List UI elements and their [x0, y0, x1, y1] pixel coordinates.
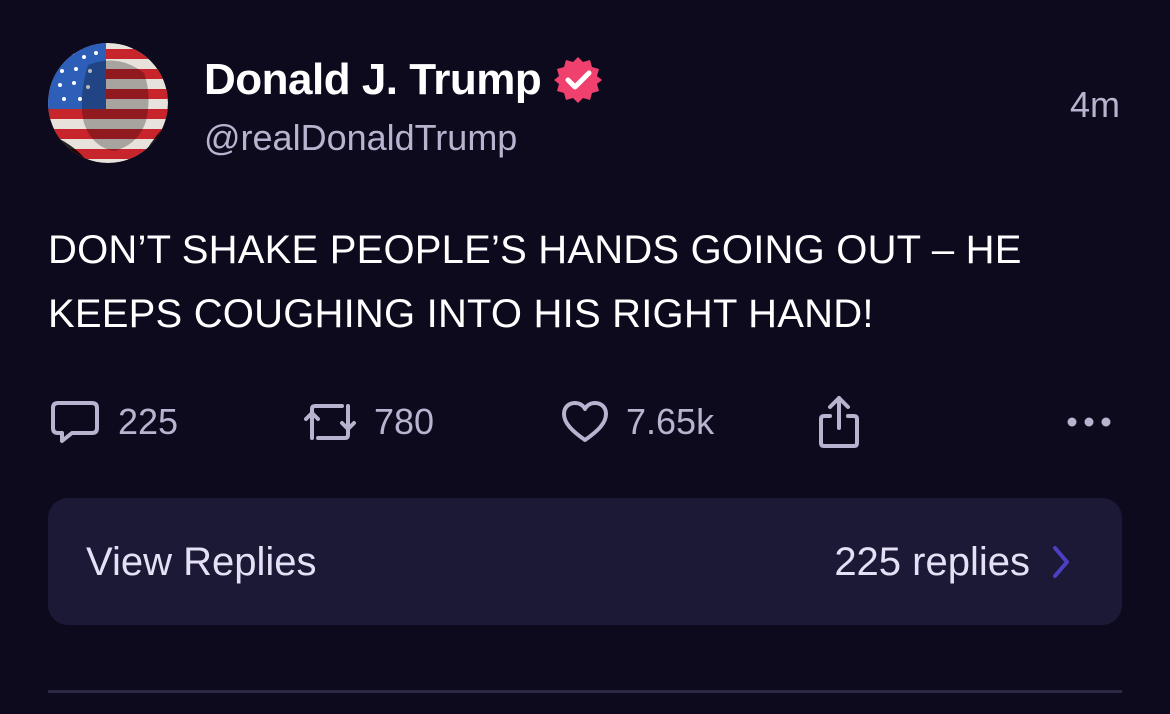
replies-count-group: 225 replies [834, 538, 1072, 586]
post-timestamp: 4m [1069, 84, 1120, 125]
like-count: 7.65k [626, 401, 715, 442]
heart-icon [562, 401, 608, 442]
avatar[interactable] [48, 43, 168, 163]
more-options-button[interactable] [1064, 390, 1114, 454]
author-display-name[interactable]: Donald J. Trump [204, 54, 542, 106]
author-handle[interactable]: @realDonaldTrump [204, 115, 517, 161]
share-button[interactable] [816, 390, 862, 454]
verified-badge-icon [554, 57, 603, 103]
view-replies-card[interactable]: View Replies 225 replies [48, 498, 1122, 625]
divider [48, 690, 1122, 693]
comment-icon [51, 401, 99, 443]
share-icon [819, 396, 859, 448]
like-button[interactable]: 7.65k [560, 390, 714, 454]
avatar-image [48, 43, 168, 163]
more-icon [1067, 417, 1111, 427]
repost-count: 780 [374, 401, 435, 442]
author-name-row[interactable]: Donald J. Trump [204, 54, 603, 106]
repost-icon [304, 404, 356, 440]
post: Donald J. Trump @realDonaldTrump 4m DON’… [0, 0, 1170, 714]
reply-button[interactable]: 225 [48, 390, 178, 454]
chevron-right-icon [1053, 546, 1069, 578]
repost-button[interactable]: 780 [302, 390, 434, 454]
post-text: DON’T SHAKE PEOPLE’S HANDS GOING OUT – H… [48, 228, 1022, 336]
view-replies-label: View Replies [86, 540, 317, 584]
post-actions: 225 780 7.65k [48, 390, 1122, 454]
replies-count-label: 225 replies [834, 540, 1030, 584]
reply-count: 225 [118, 401, 179, 442]
